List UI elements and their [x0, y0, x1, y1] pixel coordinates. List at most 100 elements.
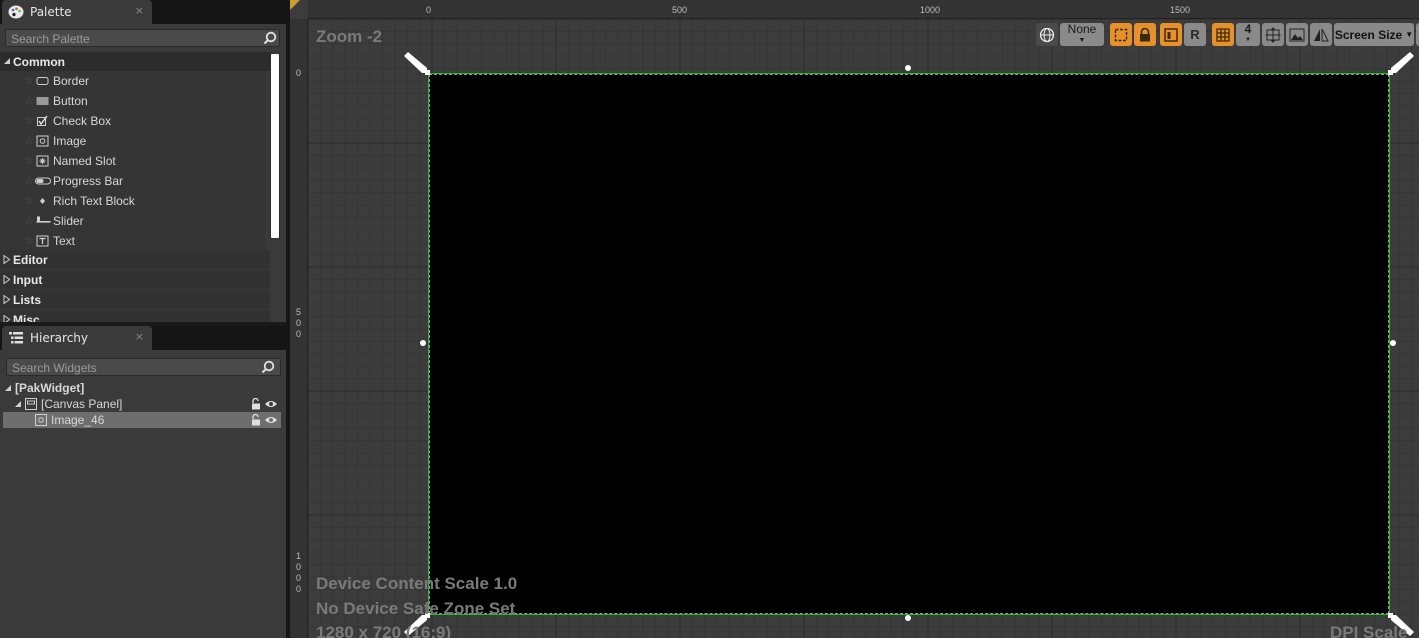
lock-toggle-button[interactable] [1134, 23, 1156, 46]
designer-viewport[interactable]: 0 500 1000 1500 0 5 0 0 1 0 0 0 Zoom -2 … [290, 0, 1419, 638]
ruler-left-label: 0 [296, 584, 302, 594]
category-label: Editor [13, 252, 48, 267]
tree-row-canvas-panel[interactable]: [Canvas Panel] [3, 396, 281, 412]
expanded-arrow-icon [4, 58, 10, 64]
named-slot-widget-icon [36, 155, 49, 167]
palette-item-slider[interactable]: ☆ Slider [0, 211, 266, 231]
palette-item-progress-bar[interactable]: ☆ Progress Bar [0, 171, 266, 191]
ruler-left-label: 0 [296, 573, 302, 583]
palette-item-label: Check Box [53, 114, 112, 128]
star-icon[interactable]: ☆ [24, 214, 34, 227]
ruler-left-label: 0 [296, 562, 302, 572]
tab-palette[interactable]: Palette × [2, 0, 152, 24]
star-icon[interactable]: ☆ [24, 154, 34, 167]
palette-item-label: Rich Text Block [53, 194, 135, 208]
ruler-left-label: 5 [296, 307, 302, 317]
ruler-left-label: 0 [296, 318, 302, 328]
palette-search-input[interactable] [5, 29, 280, 47]
ruler-top-label: 1500 [1170, 5, 1191, 15]
star-icon[interactable]: ☆ [24, 74, 34, 87]
slider-widget-icon [36, 216, 51, 223]
palette-item-image[interactable]: ☆ Image [0, 131, 266, 151]
ruler-left: 0 5 0 0 1 0 0 0 [290, 19, 308, 638]
palette-item-named-slot[interactable]: ☆ Named Slot [0, 151, 266, 171]
grid-snap-value: 4 [1244, 21, 1252, 36]
grid-icon [1216, 27, 1230, 42]
search-icon[interactable] [259, 358, 277, 376]
tab-hierarchy-label: Hierarchy [30, 331, 89, 345]
ruler-top: 0 500 1000 1500 [308, 0, 1419, 19]
search-icon[interactable] [261, 29, 279, 47]
chevron-down-icon: ▼ [1245, 36, 1251, 43]
category-misc[interactable]: Misc [0, 310, 270, 322]
palette-item-rich-text-block[interactable]: ☆ Rich Text Block [0, 191, 266, 211]
category-common[interactable]: Common [0, 52, 270, 71]
tree-row-image[interactable]: Image_46 [3, 412, 281, 428]
button-widget-icon [36, 97, 49, 105]
lock-icon [1140, 27, 1150, 41]
safe-zone-outline [429, 74, 1389, 614]
canvas-image-widget[interactable] [428, 73, 1390, 615]
close-icon[interactable]: × [135, 330, 144, 343]
image-widget-icon [35, 414, 47, 426]
screen-size-dropdown[interactable]: Screen Size ▼ [1334, 23, 1414, 46]
flip-icon [1314, 28, 1329, 41]
checkbox-widget-icon [37, 115, 48, 126]
image-icon [1289, 28, 1305, 41]
palette-item-text[interactable]: ☆ Text [0, 231, 266, 251]
star-icon[interactable]: ☆ [24, 174, 34, 187]
visibility-eye-icon[interactable] [264, 415, 278, 425]
palette-item-check-box[interactable]: ☆ Check Box [0, 111, 266, 131]
flip-button[interactable] [1310, 23, 1332, 46]
outline-toggle-button[interactable] [1110, 23, 1132, 46]
layout-toggle-button[interactable] [1160, 23, 1182, 46]
palette-scrollbar-thumb[interactable] [271, 54, 279, 238]
dashed-outline-icon [1114, 28, 1128, 41]
expanded-arrow-icon [5, 385, 11, 391]
palette-item-label: Border [53, 74, 90, 88]
zoom-level-label: Zoom -2 [316, 27, 383, 46]
palette-item-border[interactable]: ☆ Border [0, 71, 266, 91]
category-common-label: Common [13, 54, 65, 69]
chevron-down-icon: ▼ [1078, 36, 1086, 44]
grid-snap-size-dropdown[interactable]: 4 ▼ [1236, 23, 1260, 46]
hierarchy-icon [8, 330, 24, 346]
star-icon[interactable]: ☆ [24, 94, 34, 107]
localization-dropdown[interactable]: None ▼ [1060, 23, 1104, 46]
close-icon[interactable]: × [135, 4, 144, 17]
background-image-button[interactable] [1286, 23, 1308, 46]
star-icon[interactable]: ☆ [24, 134, 34, 147]
visibility-eye-icon[interactable] [264, 399, 278, 409]
tab-palette-label: Palette [30, 5, 72, 19]
star-icon[interactable]: ☆ [24, 234, 34, 247]
unlock-icon[interactable] [251, 398, 261, 410]
category-editor[interactable]: Editor [0, 250, 270, 269]
localization-preview-button[interactable] [1036, 23, 1058, 46]
palette-scrollbar[interactable] [270, 54, 280, 238]
star-icon[interactable]: ☆ [24, 194, 34, 207]
widget-search-input[interactable] [6, 358, 281, 376]
ruler-left-label: 1 [296, 551, 302, 561]
category-label: Lists [13, 292, 42, 307]
unlock-icon[interactable] [251, 414, 261, 426]
respect-locks-button[interactable]: R [1184, 23, 1206, 46]
ruler-top-label: 500 [672, 5, 688, 15]
tree-canvas-label: [Canvas Panel] [41, 397, 123, 411]
collapsed-arrow-icon [3, 315, 11, 322]
category-lists[interactable]: Lists [0, 290, 270, 309]
collapsed-arrow-icon [3, 275, 11, 284]
zoom-to-fit-button[interactable] [1262, 23, 1284, 46]
tree-row-root[interactable]: [PakWidget] [3, 380, 281, 396]
border-widget-icon [36, 77, 49, 85]
screen-size-label: Screen Size [1334, 27, 1403, 42]
category-label: Misc [13, 313, 40, 322]
tab-hierarchy[interactable]: Hierarchy × [2, 326, 152, 350]
grid-snap-toggle-button[interactable] [1212, 23, 1234, 46]
category-input[interactable]: Input [0, 270, 270, 289]
progress-bar-widget-icon [35, 177, 51, 185]
palette-item-button[interactable]: ☆ Button [0, 91, 266, 111]
collapsed-arrow-icon [3, 255, 11, 264]
ruler-left-label: 0 [296, 329, 302, 339]
palette-item-label: Named Slot [53, 154, 116, 168]
star-icon[interactable]: ☆ [24, 114, 34, 127]
